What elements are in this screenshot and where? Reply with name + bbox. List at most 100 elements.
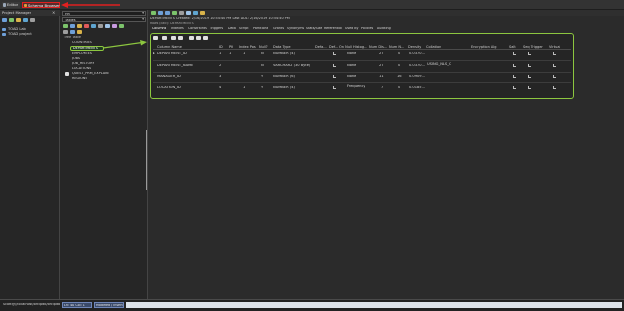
refresh-icon[interactable] [23,18,28,22]
list-item-selected[interactable]: DEPARTMENTS [70,46,104,51]
grid-icon[interactable] [171,36,176,40]
search-icon[interactable] [196,36,201,40]
table-icon[interactable] [203,36,208,40]
list-item[interactable]: LOCATIONS [72,67,91,71]
tab-used-by[interactable]: Used By [345,27,359,31]
list-item[interactable]: JOB_HISTORY [72,62,94,66]
table-row[interactable]: DEPARTMENT_NAME 2 N VARCHAR2 (30 Byte) N… [153,61,571,73]
list-item[interactable]: COUNTRIES [72,41,92,45]
checkbox-icon[interactable] [513,52,516,57]
tab-script[interactable]: Script [239,27,249,31]
object-type-select[interactable]: Tables ▾ [62,17,146,22]
stats-icon[interactable] [112,24,117,28]
column-header-null[interactable]: Null? [259,45,268,49]
column-header-pk[interactable]: PK [229,45,233,49]
list-item[interactable]: REGIONS [72,77,87,81]
column-header-density[interactable]: Density [408,45,421,49]
close-icon[interactable]: × [52,11,55,16]
checkbox-icon[interactable] [528,64,531,69]
column-header-histogram[interactable]: On Null Histog... [339,45,367,49]
column-header-index-pos[interactable]: Index Pos [239,45,256,49]
tab-indexes[interactable]: Indexes [171,27,184,31]
alter-icon[interactable] [77,24,82,28]
checkbox-icon[interactable] [553,52,556,57]
tab-data[interactable]: Data [228,27,236,31]
tab-schema-browser[interactable]: Schema Browser [22,2,60,8]
checkbox-icon[interactable] [513,86,516,91]
column-header-salt[interactable]: Salt [509,45,516,49]
tab-triggers[interactable]: Triggers [210,27,223,31]
tab-editor[interactable]: Editor [2,2,20,8]
list-item[interactable]: EMPLOYEES [72,52,92,56]
export-icon[interactable] [98,24,103,28]
checkbox-icon[interactable] [333,64,336,69]
refresh-icon[interactable] [91,24,96,28]
checkbox-icon[interactable] [513,64,516,69]
forward-icon[interactable] [165,11,170,15]
compile-icon[interactable] [119,24,124,28]
list-item[interactable]: QUEST_PRM_EXPLAIN [72,72,109,76]
tab-auditing[interactable]: Auditing [377,27,391,31]
column-header-seq-trigger[interactable]: Seq Trigger [523,45,543,49]
checkbox-icon[interactable] [333,75,336,80]
add-icon[interactable] [9,18,14,22]
refresh-icon[interactable] [153,36,158,40]
sql-icon[interactable] [63,30,68,34]
checkbox-icon[interactable] [513,75,516,80]
tab-policies[interactable]: Policies [361,27,373,31]
column-header-num-nulls[interactable]: Num N... [389,45,404,49]
grid-icon[interactable] [105,24,110,28]
new-icon[interactable] [2,18,7,22]
checkbox-icon[interactable] [528,52,531,57]
sort-icon[interactable] [70,30,75,34]
table-row[interactable]: ▸ DEPARTMENT_ID 1 1 1 N NUMBER (4) None … [153,51,571,61]
table-row[interactable]: LOCATION_ID 4 1 Y NUMBER (4) Frequency 7… [153,83,571,95]
search-icon[interactable] [77,30,82,34]
tab-grants[interactable]: Grants [273,27,284,31]
project-item-1[interactable]: TOAD project [2,32,57,37]
object-view-tabs[interactable]: Tree Table [64,36,81,40]
tab-columns[interactable]: Columns [152,27,166,31]
export-icon[interactable] [179,11,184,15]
list-item[interactable]: JOBS [72,57,80,61]
drop-icon[interactable] [84,24,89,28]
schema-select[interactable]: HR ▾ [62,11,146,16]
checkbox-icon[interactable] [553,64,556,69]
cell-density: 0.0185... [409,86,426,89]
funnel-icon[interactable] [193,11,198,15]
table-row[interactable]: MANAGER_ID 3 Y NUMBER (6) None 11 16 0.0… [153,73,571,83]
column-header-data-type[interactable]: Data Type [273,45,291,49]
tab-stats-size[interactable]: Stats/Size [306,27,322,31]
tab-synonyms[interactable]: Synonyms [287,27,304,31]
column-header-default[interactable]: Defa... [315,45,327,49]
column-header-virtual[interactable]: Virtual [549,45,560,49]
checkbox-icon[interactable] [528,75,531,80]
checkbox-icon[interactable] [553,86,556,91]
splitter[interactable] [146,130,147,190]
run-icon[interactable] [151,11,156,15]
column-header-name[interactable]: Column Name [157,45,182,49]
grid-icon[interactable] [186,11,191,15]
column-header-def[interactable]: Def... [329,45,338,49]
tab-partitions[interactable]: Partitions [253,27,268,31]
checkbox-icon[interactable] [553,75,556,80]
checkbox-icon[interactable] [333,86,336,91]
column-header-num-distinct[interactable]: Num Dis... [369,45,387,49]
options-icon[interactable] [30,18,35,22]
tab-referential[interactable]: Referential [324,27,342,31]
tab-constraints[interactable]: Constraints [188,27,207,31]
filter-icon[interactable] [63,24,68,28]
chart-icon[interactable] [178,36,183,40]
filter-icon[interactable] [172,11,177,15]
folder-icon[interactable] [16,18,21,22]
checkbox-icon[interactable] [333,52,336,57]
column-header-id[interactable]: ID [219,45,223,49]
back-icon[interactable] [158,11,163,15]
checkbox-icon[interactable] [528,86,531,91]
add-column-icon[interactable] [162,36,167,40]
column-header-encryption[interactable]: Encryption Alg [471,45,497,49]
create-icon[interactable] [70,24,75,28]
filter-icon[interactable] [189,36,194,40]
column-header-collation[interactable]: Collation [426,45,441,49]
table-icon[interactable] [200,11,205,15]
